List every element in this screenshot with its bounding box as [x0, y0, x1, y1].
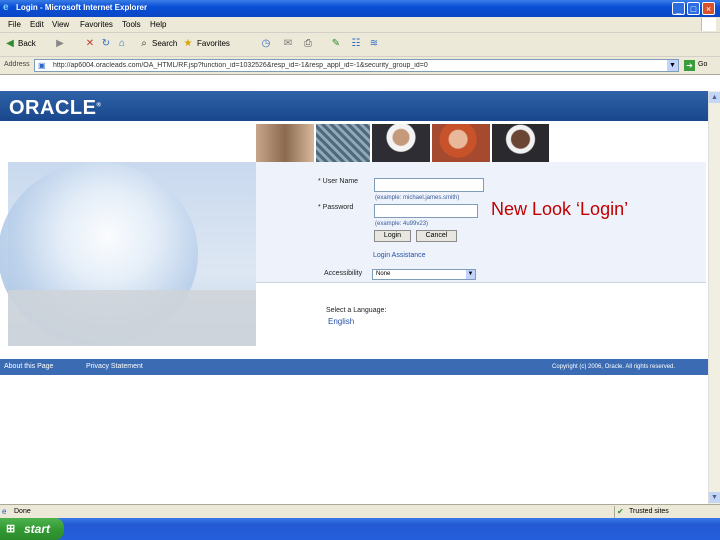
menu-tools[interactable]: Tools — [122, 20, 141, 29]
oracle-logo: ORACLE® — [9, 97, 101, 120]
windows-flag-icon: ⊞ — [6, 523, 18, 535]
trusted-sites-icon: ✔ — [617, 507, 626, 516]
form-divider — [256, 282, 706, 283]
content-spacer — [0, 75, 720, 91]
username-input[interactable] — [374, 178, 484, 192]
page-footer: About this Page Privacy Statement Copyri… — [0, 359, 708, 375]
vertical-scrollbar[interactable]: ▲ ▼ — [708, 91, 720, 504]
search-button[interactable]: Search — [152, 39, 177, 48]
menu-view[interactable]: View — [52, 20, 69, 29]
photo-professional — [492, 124, 549, 162]
search-icon[interactable]: ⌕ — [138, 38, 150, 50]
page-icon: ▣ — [38, 61, 46, 70]
favorites-button[interactable]: Favorites — [197, 39, 230, 48]
title-bar: e Login - Microsoft Internet Explorer _ … — [0, 0, 720, 17]
menu-help[interactable]: Help — [150, 20, 166, 29]
minimize-button[interactable]: _ — [672, 2, 685, 15]
scroll-down-icon[interactable]: ▼ — [709, 492, 720, 503]
address-bar: Address ▣ http://ap6004.oracleads.com/OA… — [0, 57, 720, 75]
photo-strip — [256, 124, 549, 162]
about-page-link[interactable]: About this Page — [4, 363, 53, 370]
photo-building-structure — [316, 124, 370, 162]
go-arrow-icon[interactable]: ➔ — [684, 60, 695, 71]
toolbar: ◀ Back ▶ ✕ ↻ ⌂ ⌕ Search ★ Favorites ◷ ✉ … — [0, 33, 720, 57]
scroll-up-icon[interactable]: ▲ — [709, 92, 720, 103]
close-button[interactable]: × — [702, 2, 715, 15]
username-hint: (example: michael.james.smith) — [375, 195, 459, 201]
menu-favorites[interactable]: Favorites — [80, 20, 113, 29]
chevron-down-icon[interactable]: ▼ — [466, 270, 475, 279]
security-zone-label: Trusted sites — [629, 508, 669, 515]
oracle-header: ORACLE® — [0, 91, 708, 121]
accessibility-label: Accessibility — [324, 270, 362, 277]
forward-arrow-icon[interactable]: ▶ — [54, 38, 66, 50]
menu-edit[interactable]: Edit — [30, 20, 44, 29]
messenger-icon[interactable]: ≋ — [368, 38, 380, 50]
photo-businessman — [372, 124, 430, 162]
password-hint: (example: 4u99v23) — [375, 221, 428, 227]
accessibility-select[interactable]: None ▼ — [372, 269, 476, 280]
window-title: Login - Microsoft Internet Explorer — [16, 3, 147, 12]
stop-icon[interactable]: ✕ — [84, 38, 96, 50]
start-button[interactable]: ⊞ start — [0, 518, 64, 540]
password-label: * Password — [318, 204, 353, 211]
chevron-down-icon[interactable]: ▼ — [667, 60, 678, 71]
address-url[interactable]: http://ap6004.oracleads.com/OA_HTML/RF.j… — [53, 62, 663, 69]
status-separator — [614, 506, 615, 518]
login-button[interactable]: Login — [374, 230, 411, 242]
status-text: Done — [14, 508, 31, 515]
annotation-text: New Look ‘Login’ — [491, 199, 628, 220]
maximize-button[interactable]: □ — [687, 2, 700, 15]
login-assistance-link[interactable]: Login Assistance — [373, 252, 426, 259]
mail-icon[interactable]: ✉ — [282, 38, 294, 50]
privacy-statement-link[interactable]: Privacy Statement — [86, 363, 143, 370]
language-english-link[interactable]: English — [328, 317, 354, 326]
password-input[interactable] — [374, 204, 478, 218]
accessibility-value: None — [376, 271, 390, 277]
favorites-star-icon[interactable]: ★ — [182, 38, 194, 50]
menu-bar: File Edit View Favorites Tools Help — [0, 17, 720, 33]
address-field[interactable]: ▣ http://ap6004.oracleads.com/OA_HTML/RF… — [34, 59, 679, 72]
taskbar: ⊞ start — [0, 518, 720, 540]
menu-file[interactable]: File — [8, 20, 21, 29]
photo-people-meeting — [256, 124, 314, 162]
photo-support-agent — [432, 124, 490, 162]
cancel-button[interactable]: Cancel — [416, 230, 457, 242]
status-bar: e Done ✔ Trusted sites — [0, 504, 720, 519]
home-icon[interactable]: ⌂ — [116, 38, 128, 50]
start-label: start — [24, 522, 50, 536]
go-button[interactable]: Go — [698, 61, 707, 68]
history-icon[interactable]: ◷ — [260, 38, 272, 50]
refresh-icon[interactable]: ↻ — [100, 38, 112, 50]
page-done-icon: e — [2, 507, 11, 516]
username-label: * User Name — [318, 178, 358, 185]
windows-logo-icon — [701, 18, 716, 31]
globe-graphic — [8, 162, 256, 346]
internet-explorer-icon: e — [3, 3, 13, 13]
print-icon[interactable]: ⎙ — [302, 38, 314, 50]
edit-icon[interactable]: ✎ — [330, 38, 342, 50]
back-arrow-icon[interactable]: ◀ — [4, 38, 16, 50]
globe-base — [8, 290, 256, 346]
language-label: Select a Language: — [326, 307, 386, 314]
back-button[interactable]: Back — [18, 39, 36, 48]
copyright-text: Copyright (c) 2006, Oracle. All rights r… — [552, 364, 675, 370]
discuss-icon[interactable]: ☷ — [350, 38, 362, 50]
address-label: Address — [4, 61, 30, 68]
